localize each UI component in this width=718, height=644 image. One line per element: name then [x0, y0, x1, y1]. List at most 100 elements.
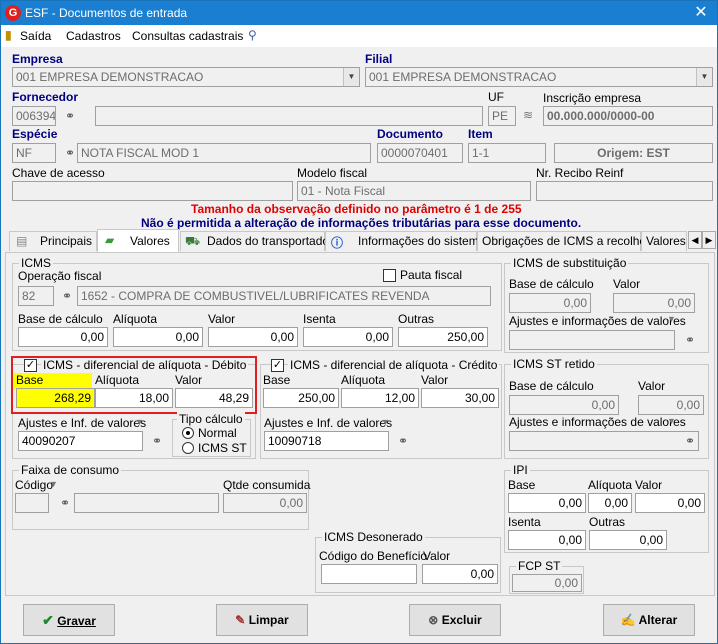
fornecedor-label: Fornecedor — [12, 90, 79, 104]
limpar-button[interactable]: ✎ Limpar — [216, 604, 308, 636]
icms-aliq-field[interactable]: 0,00 — [113, 327, 203, 347]
qtde-label: Qtde consumida — [223, 478, 311, 492]
difal-cred-ajustes-field[interactable]: 10090718 — [264, 431, 389, 451]
truck-icon: ⛟ — [185, 234, 201, 248]
modelo-field: 01 - Nota Fiscal — [297, 181, 531, 201]
ipi-isenta-label: Isenta — [508, 515, 541, 529]
message-obs: Tamanho da observação definido no parâme… — [191, 202, 522, 216]
money-icon: ▰ — [105, 233, 115, 247]
main-window: G ESF - Documentos de entrada ✕ ▮ Saída … — [0, 0, 718, 644]
icms-isenta-field[interactable]: 0,00 — [303, 327, 393, 347]
tab-scroll-left-button[interactable]: ◀ — [688, 231, 702, 249]
sub-valor-field: 0,00 — [613, 293, 695, 313]
app-logo-icon: G — [5, 5, 21, 21]
faixa-desc-field — [74, 493, 219, 513]
difal-credito-title: ICMS - diferencial de alíquota - Crédito — [288, 358, 500, 372]
gravar-button[interactable]: ✔ Gravar — [23, 604, 115, 636]
chevron-down-icon[interactable]: ▼ — [696, 68, 712, 86]
uf-label: UF — [488, 90, 504, 104]
icms-outras-field[interactable]: 250,00 — [398, 327, 488, 347]
binoculars-icon[interactable]: ⚭ — [150, 434, 164, 448]
st-base-field: 0,00 — [509, 395, 619, 415]
radio-icms-st[interactable] — [182, 442, 194, 454]
difal-cred-aliq-field[interactable]: 12,00 — [341, 388, 419, 408]
documento-label: Documento — [377, 127, 443, 141]
faixa-codigo-field[interactable] — [15, 493, 49, 513]
check-icon: ✔ — [42, 612, 54, 628]
st-ajustes-label: Ajustes e informações de valores — [509, 415, 686, 429]
ipi-base-label: Base — [508, 478, 536, 492]
especie-label: Espécie — [12, 127, 58, 141]
ipi-aliq-field[interactable]: 0,00 — [588, 493, 632, 513]
desonerado-valor-field[interactable]: 0,00 — [422, 564, 498, 584]
ipi-isenta-field[interactable]: 0,00 — [508, 530, 586, 550]
binoculars-icon[interactable]: ⚭ — [63, 146, 77, 160]
binoculars-icon[interactable]: ⚭ — [63, 109, 77, 123]
menu-cadastros[interactable]: Cadastros — [66, 29, 121, 43]
document-icon: ▤ — [16, 234, 28, 248]
pin-icon: ▼ — [49, 479, 58, 489]
chevron-down-icon[interactable]: ▼ — [343, 68, 359, 86]
sub-ajustes-label: Ajustes e informações de valores — [509, 314, 686, 328]
binoculars-icon[interactable]: ⚭ — [683, 434, 697, 448]
filial-label: Filial — [365, 52, 393, 66]
binoculars-icon[interactable]: ⚭ — [58, 496, 72, 510]
menu-consultas[interactable]: Consultas cadastrais — [132, 29, 243, 43]
filial-select[interactable]: 001 EMPRESA DEMONSTRACAO ▼ — [365, 67, 713, 87]
pauta-fiscal-checkbox[interactable] — [383, 269, 396, 282]
tab-scroll-right-button[interactable]: ▶ — [702, 231, 716, 249]
sub-valor-label: Valor — [613, 277, 641, 291]
desonerado-codigo-field[interactable] — [321, 564, 417, 584]
stack-icon[interactable]: ≋ — [523, 108, 533, 122]
icms-valor-field[interactable]: 0,00 — [208, 327, 298, 347]
pin-icon: ▼ — [667, 416, 676, 426]
difal-deb-ajustes-field[interactable]: 40090207 — [18, 431, 143, 451]
sub-ajustes-field — [509, 330, 675, 350]
icms-valor-label: Valor — [208, 312, 236, 326]
menu-saida[interactable]: Saída — [20, 29, 51, 43]
pin-icon: ▼ — [381, 417, 390, 427]
exit-door-icon: ▮ — [5, 28, 12, 42]
binoculars-icon[interactable]: ⚭ — [60, 289, 74, 303]
icms-base-field[interactable]: 0,00 — [18, 327, 108, 347]
binoculars-icon[interactable]: ⚭ — [683, 333, 697, 347]
ipi-outras-field[interactable]: 0,00 — [589, 530, 667, 550]
difal-cred-aliq-label: Alíquota — [341, 373, 386, 387]
difal-cred-valor-label: Valor — [421, 373, 449, 387]
inscricao-field: 00.000.000/0000-00 — [543, 106, 713, 126]
fcp-st-field: 0,00 — [512, 574, 582, 592]
tab-info-sistema[interactable]: Informações do sistema — [325, 231, 485, 251]
empresa-select[interactable]: 001 EMPRESA DEMONSTRACAO ▼ — [12, 67, 360, 87]
operacao-code[interactable]: 82 — [18, 286, 54, 306]
sub-base-field: 0,00 — [509, 293, 591, 313]
fornecedor-name — [95, 106, 483, 126]
tab-valores-2[interactable]: Valores — [641, 231, 687, 251]
radio-normal[interactable] — [182, 427, 194, 439]
radio-normal-label: Normal — [198, 426, 237, 440]
difal-credito-checkbox[interactable]: ✓ — [271, 359, 284, 372]
desonerado-valor-label: Valor — [423, 549, 451, 563]
paperclip-icon[interactable]: ⚲ — [248, 28, 257, 42]
title-bar[interactable]: G ESF - Documentos de entrada ✕ — [1, 1, 717, 25]
fornecedor-code[interactable]: 006394 — [12, 106, 56, 126]
info-icon: ⓘ — [331, 236, 344, 250]
modelo-label: Modelo fiscal — [297, 166, 368, 180]
menu-bar: ▮ Saída Cadastros Consultas cadastrais ⚲ — [1, 25, 717, 47]
red-highlight-box — [11, 356, 257, 414]
tab-transportador[interactable]: Dados do transportador — [180, 231, 333, 251]
tab-obrigacoes[interactable]: Obrigações de ICMS a recolher — [477, 231, 650, 251]
radio-icms-st-label: ICMS ST — [198, 441, 247, 455]
icms-outras-label: Outras — [398, 312, 435, 326]
difal-cred-base-field[interactable]: 250,00 — [263, 388, 339, 408]
close-button[interactable]: ✕ — [691, 3, 711, 23]
pin-icon: ▼ — [135, 417, 144, 427]
ipi-base-field[interactable]: 0,00 — [508, 493, 586, 513]
trash-icon: ⊗ — [428, 613, 439, 627]
excluir-button[interactable]: ⊗ Excluir — [409, 604, 501, 636]
sub-base-label: Base de cálculo — [509, 277, 594, 291]
especie-code[interactable]: NF — [12, 143, 56, 163]
alterar-button[interactable]: ✍ Alterar — [603, 604, 695, 636]
ipi-valor-field[interactable]: 0,00 — [635, 493, 705, 513]
binoculars-icon[interactable]: ⚭ — [396, 434, 410, 448]
difal-cred-valor-field[interactable]: 30,00 — [421, 388, 499, 408]
